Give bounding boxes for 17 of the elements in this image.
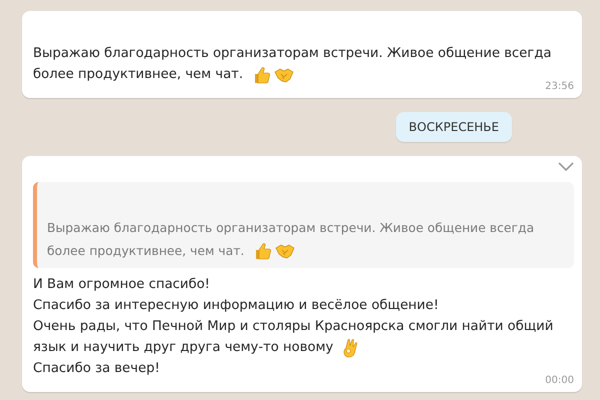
message-text: Спасибо за вечер! [33, 360, 160, 378]
message-time: 23:56 [545, 81, 574, 92]
message-text: язык и научить друг друга чему-то новому [33, 339, 334, 357]
chevron-down-icon[interactable] [558, 162, 574, 172]
message-text: Выражаю благодарность организаторам встречи. Живое общение всегда [33, 45, 552, 63]
quoted-text: Выражаю благодарность организаторам встречи. Живое общение всегда [47, 219, 534, 237]
thumbs-up-icon [253, 66, 272, 84]
message-text: более продуктивнее, чем чат. [33, 66, 244, 84]
ok-hand-icon [343, 338, 360, 358]
quoted-text: более продуктивнее, чем чат. [47, 242, 244, 260]
message-time: 00:00 [545, 375, 574, 386]
date-label: ВОСКРЕСЕНЬЕ [396, 112, 512, 142]
message-text: Спасибо за интересную информацию и весёлое общение! [33, 297, 439, 315]
quoted-message[interactable]: Выражаю благодарность организаторам встречи. Живое общение всегда более продуктивнее, чем чат. [33, 182, 574, 268]
message-text: И Вам огромное спасибо! [33, 276, 210, 294]
thumbs-up-icon [254, 242, 272, 260]
message-text: Очень рады, что Печной Мир и столяры Красноярска смогли найти общий [33, 318, 554, 336]
